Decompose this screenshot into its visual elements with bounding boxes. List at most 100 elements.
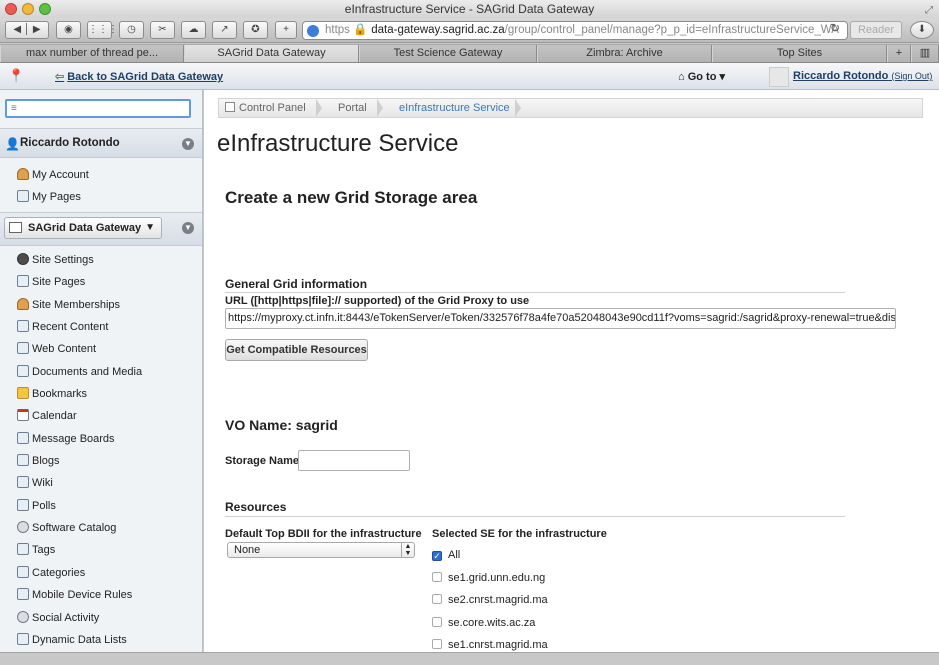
back-forward-buttons[interactable]: ◀ │ ▶ [5,21,49,39]
sidebar-item-recent-content[interactable]: Recent Content [17,319,108,335]
search-input[interactable]: ≡ [5,99,191,118]
breadcrumb-current[interactable]: eInfrastructure Service [399,102,510,114]
breadcrumb-control-panel[interactable]: Control Panel [225,102,306,114]
downloads-icon[interactable]: ⬇ [910,21,934,39]
sidebar-item-documents[interactable]: Documents and Media [17,364,142,380]
breadcrumb-separator [515,99,521,117]
checkbox[interactable] [432,617,442,627]
maximize-window-button[interactable] [39,3,51,15]
back-to-site-link[interactable]: ⇦ Back to SAGrid Data Gateway [55,70,223,83]
sidebar-item-my-account[interactable]: My Account [17,167,89,183]
goto-menu[interactable]: ⌂ Go to ▾ [678,70,725,83]
collapse-icon[interactable]: ▼ [182,138,194,150]
checkbox-checked[interactable]: ✓ [432,551,442,561]
pages-icon [17,190,29,202]
scissors-icon[interactable]: ✂ [150,21,175,39]
grid-view-icon[interactable]: ⋮⋮⋮ [87,21,118,39]
reader-button[interactable]: Reader [850,21,902,39]
se-option-label: se1.grid.unn.edu.ng [448,572,546,584]
sidebar-item-bookmarks[interactable]: Bookmarks [17,386,87,402]
collapse-icon[interactable]: ▼ [182,222,194,234]
storage-name-field[interactable] [298,450,410,471]
sidebar-item-my-pages[interactable]: My Pages [17,189,81,205]
share-icon[interactable]: ↗ [212,21,237,39]
se-option-label: All [448,549,461,561]
sidebar-item-label: Mobile Device Rules [32,589,133,601]
se-option-label: se2.cnrst.magrid.ma [448,594,548,606]
pin-icon[interactable]: 📍 [8,68,24,84]
se-option-label: se.core.wits.ac.za [448,617,536,629]
breadcrumb-separator [316,99,322,117]
back-icon[interactable]: ◀ [13,24,21,35]
proxy-url-field[interactable]: https://myproxy.ct.infn.it:8443/eTokenSe… [225,308,896,329]
url-scheme: https [325,24,350,36]
cloud-icon[interactable]: ☁ [181,21,206,39]
sidebar-item-software-catalog[interactable]: Software Catalog [17,520,116,536]
tab-test-science[interactable]: Test Science Gateway [359,45,537,62]
site-selector-label: SAGrid Data Gateway [28,222,142,234]
se-option-all[interactable]: ✓ All [432,549,460,563]
avatar[interactable] [769,67,789,87]
sidebar-item-site-settings[interactable]: Site Settings [17,252,94,268]
reload-icon[interactable]: ↻ [830,21,840,35]
get-compatible-resources-button[interactable]: Get Compatible Resources [225,339,368,361]
sidebar-item-tags[interactable]: Tags [17,542,55,558]
bdii-selected-value: None [234,544,261,556]
checkbox[interactable] [432,639,442,649]
bdii-select[interactable]: None ▲ ▼ [227,542,415,558]
checkbox[interactable] [432,572,442,582]
close-window-button[interactable] [5,3,17,15]
se-option[interactable]: se1.cnrst.magrid.ma [432,639,548,653]
chevron-down-icon: ▼ [145,222,155,233]
resources-heading: Resources [225,500,287,514]
sidebar-item-polls[interactable]: Polls [17,498,56,514]
general-info-heading: General Grid information [225,277,368,291]
tab-thread[interactable]: max number of thread pe... [0,45,184,62]
breadcrumb-portal[interactable]: Portal [338,102,367,114]
sidebar-item-label: Site Pages [32,276,86,288]
user-icon: 👤 [5,137,20,151]
sidebar-item-site-pages[interactable]: Site Pages [17,274,85,290]
sidebar-item-social-activity[interactable]: Social Activity [17,610,99,626]
add-bookmark-icon[interactable]: + [275,21,297,39]
sidebar-item-label: Social Activity [32,612,100,624]
sidebar-item-wiki[interactable]: Wiki [17,475,53,491]
user-panel-header[interactable]: 👤 Riccardo Rotondo ▼ [0,128,202,158]
address-bar[interactable]: https 🔒 data-gateway.sagrid.ac.za/group/co… [302,21,848,40]
user-menu-link[interactable]: Riccardo Rotondo (Sign Out) [793,70,932,82]
goto-label: Go to [687,71,717,83]
checkbox[interactable] [432,594,442,604]
search-icon: ≡ [11,103,17,114]
sidebar-item-label: Tags [32,544,56,556]
site-selector[interactable]: SAGrid Data Gateway ▼ [4,217,162,239]
sidebar-item-web-content[interactable]: Web Content [17,341,96,357]
sidebar-item-dynamic-data-lists[interactable]: Dynamic Data Lists [17,632,127,648]
sidebar-item-categories[interactable]: Categories [17,565,85,581]
sidebar-item-calendar[interactable]: Calendar [17,408,77,424]
safari-icon[interactable]: ◉ [56,21,81,39]
forward-icon[interactable]: ▶ [33,24,41,35]
sidebar-item-label: Site Settings [32,254,94,266]
tab-zimbra[interactable]: Zimbra: Archive [537,45,712,62]
web-content-icon [17,342,29,354]
new-tab-button[interactable]: + [887,45,911,62]
se-label: Selected SE for the infrastructure [432,528,607,540]
sidebar-item-blogs[interactable]: Blogs [17,453,60,469]
sidebar-item-site-memberships[interactable]: Site Memberships [17,297,120,313]
extension-icon[interactable]: ✪ [243,21,268,39]
sidebar-item-mobile-device-rules[interactable]: Mobile Device Rules [17,587,132,603]
tab-sagrid[interactable]: SAGrid Data Gateway [184,45,359,62]
breadcrumb-separator [377,99,383,117]
tab-top-sites[interactable]: Top Sites [712,45,887,62]
se-option[interactable]: se1.grid.unn.edu.ng [432,572,545,586]
message-boards-icon [17,432,29,444]
sidebar-item-label: Polls [32,500,56,512]
tab-overview-icon[interactable]: ▥ [911,45,939,62]
se-option[interactable]: se.core.wits.ac.za [432,617,535,631]
se-option[interactable]: se2.cnrst.magrid.ma [432,594,548,608]
site-panel-header: SAGrid Data Gateway ▼ ▼ [0,212,202,246]
history-icon[interactable]: ◷ [119,21,144,39]
sign-out-link[interactable]: (Sign Out) [891,71,932,81]
minimize-window-button[interactable] [22,3,34,15]
sidebar-item-message-boards[interactable]: Message Boards [17,431,115,447]
